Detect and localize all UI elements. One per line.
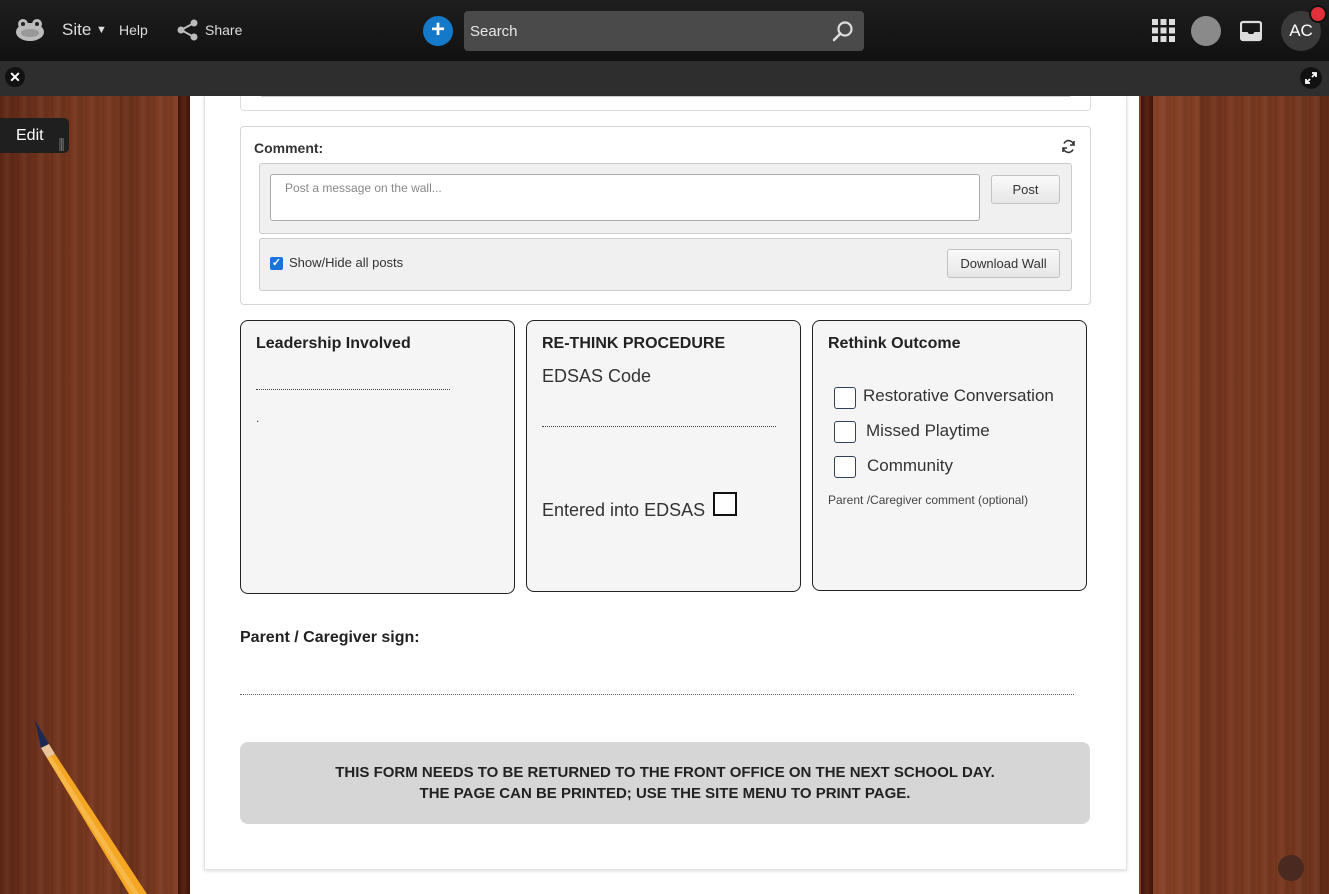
leadership-title: Leadership Involved bbox=[256, 335, 411, 352]
missed-playtime-label: Missed Playtime bbox=[866, 421, 990, 440]
leadership-line[interactable] bbox=[256, 389, 450, 390]
frog-logo-icon[interactable] bbox=[14, 17, 46, 43]
close-icon[interactable]: ✕ bbox=[5, 67, 25, 87]
frog-mini-icon[interactable] bbox=[1278, 855, 1304, 881]
grip-icon: ||| bbox=[58, 135, 65, 151]
inbox-icon[interactable] bbox=[1240, 20, 1262, 42]
share-link[interactable]: Share bbox=[205, 22, 242, 38]
restorative-conversation-checkbox[interactable] bbox=[834, 387, 856, 409]
community-label: Community bbox=[867, 456, 953, 475]
notification-icon[interactable] bbox=[1309, 5, 1327, 23]
entered-edsas-label: Entered into EDSAS bbox=[542, 500, 706, 520]
missed-playtime-checkbox[interactable] bbox=[834, 421, 856, 443]
page-toolbar bbox=[0, 61, 1329, 96]
search-icon[interactable] bbox=[832, 20, 854, 42]
show-hide-checkbox[interactable]: ✓ bbox=[270, 257, 283, 270]
caregiver-sign-label: Parent / Caregiver sign: bbox=[240, 629, 420, 646]
leadership-card bbox=[240, 320, 515, 594]
show-hide-label: Show/Hide all posts bbox=[289, 255, 404, 270]
rethink-procedure-title: RE-THINK PROCEDURE bbox=[542, 335, 726, 352]
return-notice: THIS FORM NEEDS TO BE RETURNED TO THE FR… bbox=[240, 742, 1090, 824]
expand-icon[interactable] bbox=[1300, 67, 1322, 89]
previous-widget bbox=[240, 96, 1091, 111]
leadership-note: . bbox=[256, 411, 260, 425]
entered-edsas-checkbox[interactable] bbox=[713, 492, 737, 516]
wood-plank-edge bbox=[1141, 96, 1153, 894]
refresh-icon[interactable] bbox=[1061, 139, 1076, 154]
edit-button[interactable]: Edit ||| bbox=[0, 118, 69, 153]
notice-line-2: THE PAGE CAN BE PRINTED; USE THE SITE ME… bbox=[419, 785, 911, 802]
notice-line-1: THIS FORM NEEDS TO BE RETURNED TO THE FR… bbox=[335, 764, 995, 781]
edsas-code-label: EDSAS Code bbox=[542, 366, 652, 386]
caregiver-comment-label: Parent /Caregiver comment (optional) bbox=[828, 493, 1029, 507]
share-icon[interactable] bbox=[176, 18, 200, 42]
message-input[interactable] bbox=[270, 174, 980, 221]
rethink-procedure-card bbox=[526, 320, 801, 592]
plus-icon[interactable]: + bbox=[423, 16, 453, 46]
top-navigation-bar: Site ▼ Help Share + AC bbox=[0, 0, 1329, 61]
community-checkbox[interactable] bbox=[834, 456, 856, 478]
site-menu[interactable]: Site bbox=[62, 20, 91, 40]
rethink-outcome-title: Rethink Outcome bbox=[828, 335, 961, 352]
search-input[interactable] bbox=[464, 11, 864, 51]
edit-label: Edit bbox=[16, 127, 44, 144]
apps-grid-icon[interactable] bbox=[1152, 19, 1175, 42]
post-button[interactable]: Post bbox=[991, 175, 1060, 204]
edsas-code-line[interactable] bbox=[542, 426, 776, 427]
wood-plank-edge bbox=[178, 96, 190, 894]
restorative-conversation-label: Restorative Conversation bbox=[863, 386, 1054, 405]
status-indicator[interactable] bbox=[1191, 16, 1221, 46]
download-wall-button[interactable]: Download Wall bbox=[947, 249, 1060, 278]
help-link[interactable]: Help bbox=[119, 22, 148, 38]
caret-down-icon[interactable]: ▼ bbox=[96, 24, 107, 36]
comment-title: Comment: bbox=[254, 140, 324, 156]
pencil-icon bbox=[35, 720, 147, 894]
caregiver-sign-line[interactable] bbox=[240, 694, 1074, 695]
